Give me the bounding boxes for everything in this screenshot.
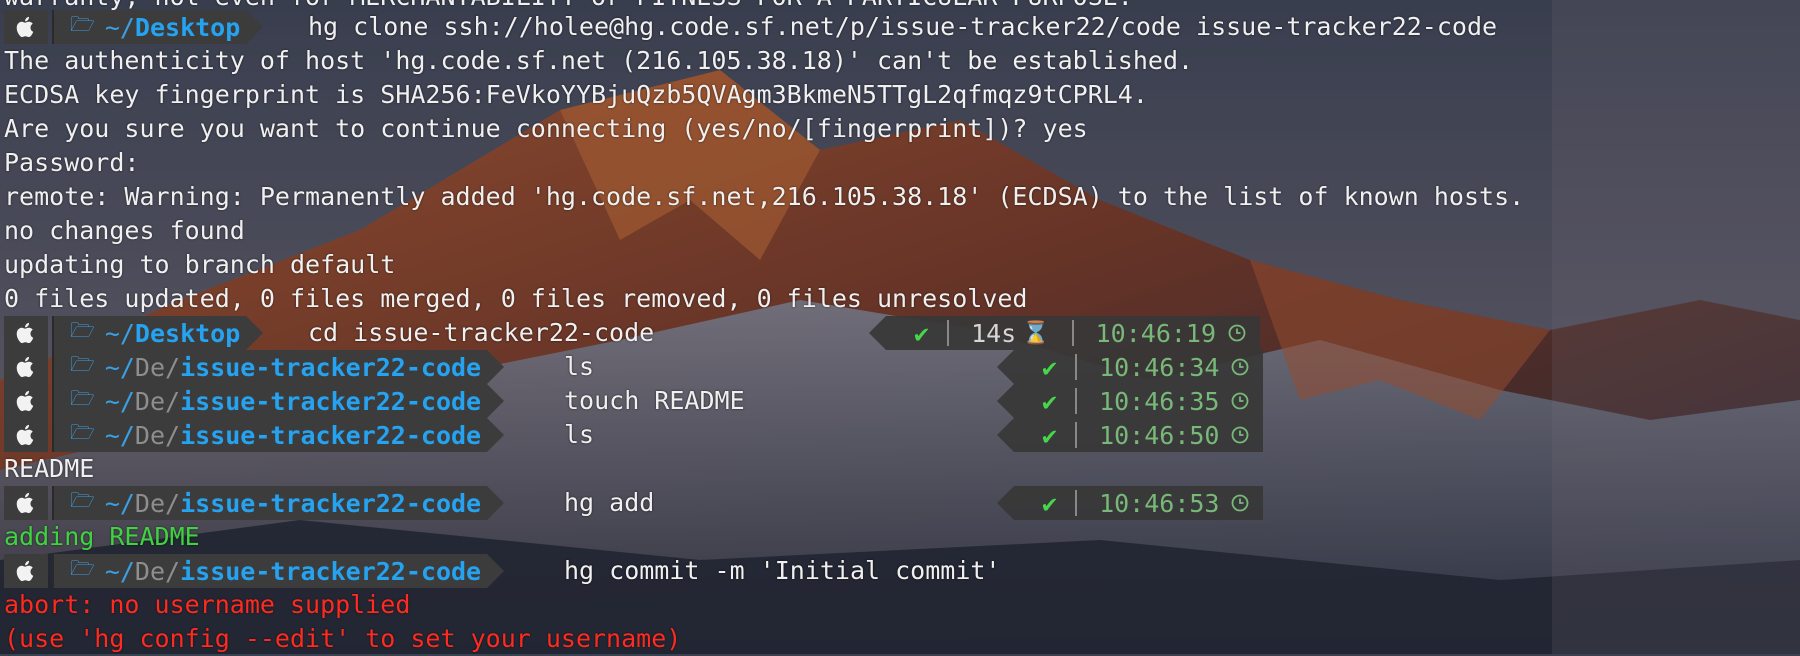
prompt-path-home: ~/ — [104, 352, 135, 382]
prompt-directory-segment: 🗁 ~/De/issue-tracker22-code — [52, 486, 505, 520]
terminal-output-line: 0 files updated, 0 files merged, 0 files… — [4, 284, 1028, 313]
prompt-path-current: Desktop — [134, 12, 241, 42]
clock-icon — [1224, 324, 1260, 342]
prompt-path-home: ~/ — [104, 556, 135, 586]
prompt-path-current: Desktop — [134, 318, 241, 348]
command-text: cd issue-tracker22-code — [308, 318, 655, 347]
prompt-status-segment: ✔ 10:46:53 — [997, 486, 1264, 520]
apple-icon — [4, 418, 48, 452]
prompt-status-segment: ✔ 10:46:50 — [997, 418, 1264, 452]
shell-prompt: 🗁 ~/Desktop — [4, 316, 264, 350]
command-text: hg clone ssh://holee@hg.code.sf.net/p/is… — [308, 12, 1498, 41]
success-check-icon: ✔ — [1042, 352, 1058, 382]
prompt-time: 10:46:34 — [1099, 352, 1220, 382]
prompt-directory-segment: 🗁 ~/De/issue-tracker22-code — [52, 418, 505, 452]
folder-icon: 🗁 — [70, 12, 95, 36]
prompt-path-mid: De/ — [134, 386, 181, 416]
apple-icon — [4, 554, 48, 588]
terminal-output-line: README — [4, 454, 95, 483]
folder-icon: 🗁 — [70, 556, 95, 580]
prompt-path-home: ~/ — [104, 386, 135, 416]
command-text: ls — [564, 420, 595, 449]
prompt-directory-segment: 🗁 ~/De/issue-tracker22-code — [52, 554, 505, 588]
clock-icon — [1227, 358, 1263, 376]
prompt-status-segment: ✔ 10:46:34 — [997, 350, 1264, 384]
prompt-time: 10:46:50 — [1099, 420, 1220, 450]
prompt-path-current: issue-tracker22-code — [180, 420, 482, 450]
terminal-output-line: remote: Warning: Permanently added 'hg.c… — [4, 182, 1525, 211]
command-text: touch README — [564, 386, 745, 415]
error-output-line: abort: no username supplied — [4, 590, 411, 619]
success-check-icon: ✔ — [1042, 488, 1058, 518]
command-duration: 14s — [971, 318, 1017, 348]
hourglass-icon: ⌛ — [1022, 320, 1050, 346]
prompt-directory-segment: 🗁 ~/Desktop — [52, 316, 264, 350]
prompt-path-mid: De/ — [134, 488, 181, 518]
prompt-time: 10:46:53 — [1099, 488, 1220, 518]
error-output-line: (use 'hg config --edit' to set your user… — [4, 624, 682, 653]
terminal-output-line: updating to branch default — [4, 250, 396, 279]
command-text: hg add — [564, 488, 655, 517]
shell-prompt: 🗁 ~/De/issue-tracker22-code — [4, 486, 505, 520]
terminal-output-line: The authenticity of host 'hg.code.sf.net… — [4, 46, 1194, 75]
clock-icon — [1227, 426, 1263, 444]
folder-icon: 🗁 — [70, 420, 95, 444]
prompt-path-mid: De/ — [134, 352, 181, 382]
prompt-path-mid: De/ — [134, 420, 181, 450]
shell-prompt: 🗁 ~/De/issue-tracker22-code — [4, 350, 505, 384]
folder-icon: 🗁 — [70, 488, 95, 512]
prompt-path-current: issue-tracker22-code — [180, 488, 482, 518]
shell-prompt: 🗁 ~/Desktop — [4, 10, 264, 44]
terminal-output-line: adding README — [4, 522, 200, 551]
prompt-directory-segment: 🗁 ~/De/issue-tracker22-code — [52, 384, 505, 418]
prompt-path-home: ~/ — [104, 318, 135, 348]
shell-prompt: 🗁 ~/De/issue-tracker22-code — [4, 418, 505, 452]
apple-icon — [4, 350, 48, 384]
prompt-directory-segment: 🗁 ~/De/issue-tracker22-code — [52, 350, 505, 384]
prompt-time: 10:46:35 — [1099, 386, 1220, 416]
terminal-window[interactable]: warranty, not even for MERCHANTABILITY o… — [0, 0, 1800, 654]
folder-icon: 🗁 — [70, 318, 95, 342]
success-check-icon: ✔ — [1042, 386, 1058, 416]
clock-icon — [1227, 392, 1263, 410]
prompt-path-home: ~/ — [104, 12, 135, 42]
prompt-status-segment: ✔ 14s ⌛ 10:46:19 — [869, 316, 1261, 350]
prompt-path-mid: De/ — [134, 556, 181, 586]
terminal-output-line: Password: — [4, 148, 140, 177]
prompt-directory-segment: 🗁 ~/Desktop — [52, 10, 264, 44]
command-text: ls — [564, 352, 595, 381]
apple-icon — [4, 316, 48, 350]
success-check-icon: ✔ — [914, 318, 930, 348]
shell-prompt: 🗁 ~/De/issue-tracker22-code — [4, 554, 505, 588]
terminal-output-line: no changes found — [4, 216, 245, 245]
folder-icon: 🗁 — [70, 386, 95, 410]
apple-icon — [4, 384, 48, 418]
prompt-path-current: issue-tracker22-code — [180, 556, 482, 586]
success-check-icon: ✔ — [1042, 420, 1058, 450]
prompt-path-current: issue-tracker22-code — [180, 386, 482, 416]
shell-prompt: 🗁 ~/De/issue-tracker22-code — [4, 384, 505, 418]
terminal-output-line: Are you sure you want to continue connec… — [4, 114, 1088, 143]
prompt-status-segment: ✔ 10:46:35 — [997, 384, 1264, 418]
command-text: hg commit -m 'Initial commit' — [564, 556, 1001, 585]
terminal-output-line: ECDSA key fingerprint is SHA256:FeVkoYYB… — [4, 80, 1148, 109]
folder-icon: 🗁 — [70, 352, 95, 376]
prompt-time: 10:46:19 — [1095, 318, 1217, 348]
apple-icon — [4, 10, 48, 44]
prompt-path-home: ~/ — [104, 488, 135, 518]
clock-icon — [1227, 494, 1263, 512]
apple-icon — [4, 486, 48, 520]
prompt-path-current: issue-tracker22-code — [180, 352, 482, 382]
prompt-path-home: ~/ — [104, 420, 135, 450]
